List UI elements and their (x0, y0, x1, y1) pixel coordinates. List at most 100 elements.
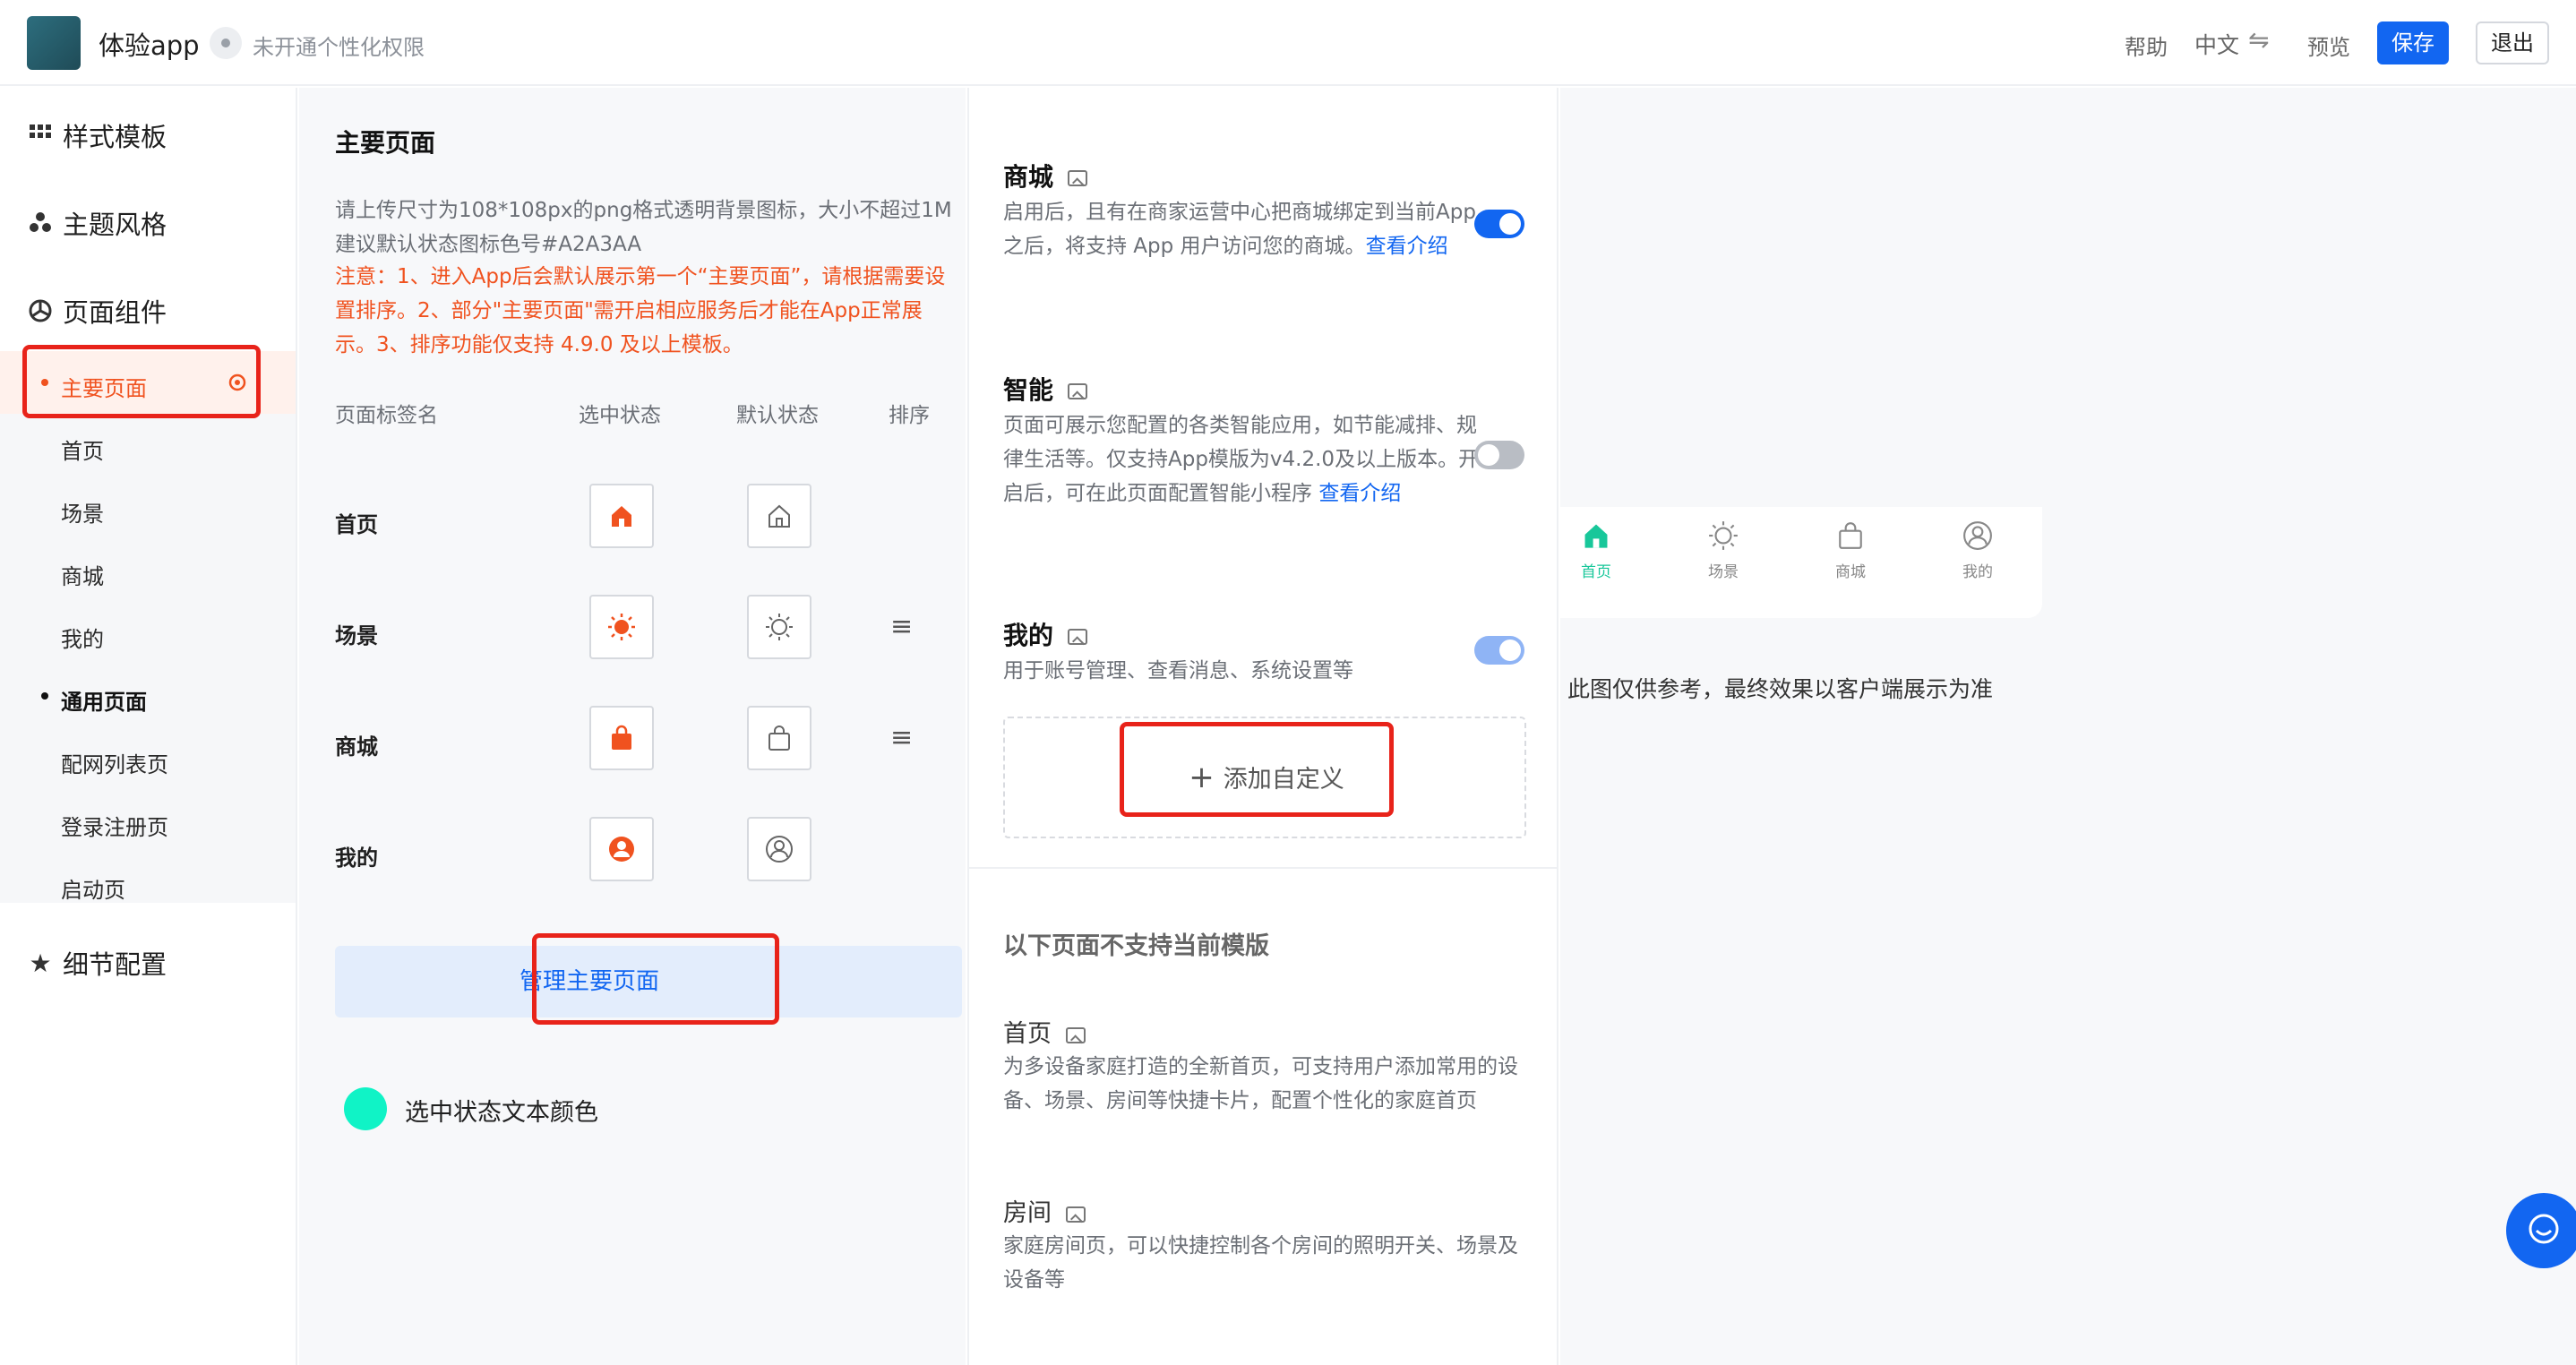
bag-icon (769, 725, 790, 751)
preview-tab-home: 首页 (1560, 516, 1632, 581)
preview-tab-mall: 商城 (1815, 516, 1886, 581)
unsupported-home-title: 首页 (1003, 1014, 1086, 1049)
mall-toggle[interactable] (1474, 210, 1524, 238)
language-switch[interactable]: 中文 (2194, 28, 2239, 60)
main-pages-panel: 主要页面 请上传尺寸为108*108px的png格式透明背景图标，大小不超过1M… (299, 88, 966, 1365)
image-icon[interactable] (1068, 383, 1088, 399)
sidebar: 样式模板 主题风格 页面组件 主要页面 首页 场景 商城 我的 通用页面 配网列… (0, 88, 297, 1365)
user-icon (766, 836, 793, 863)
tab-label: 场景 (1708, 563, 1739, 581)
sidebar-group-theme[interactable]: 主题风格 (27, 204, 167, 242)
column-header-label: 页面标签名 (335, 404, 438, 427)
sidebar-item-login[interactable]: 登录注册页 (61, 810, 168, 841)
unsupported-heading: 以下页面不支持当前模版 (1003, 932, 1269, 960)
exit-button[interactable]: 退出 (2476, 21, 2549, 64)
unsupported-room-desc: 家庭房间页，可以快捷控制各个房间的照明开关、场景及设备等 (1003, 1234, 1518, 1292)
selected-color-swatch[interactable] (344, 1087, 387, 1130)
app-name: 体验app (99, 30, 200, 61)
upload-description: 请上传尺寸为108*108px的png格式透明背景图标，大小不超过1M 建议默认… (335, 199, 952, 256)
preview-note: 此图仅供参考，最终效果以客户端展示为准 (1567, 676, 1994, 702)
home-icon (769, 504, 790, 528)
component-icon (27, 297, 54, 324)
sun-icon (766, 614, 793, 640)
palette-icon (27, 210, 54, 236)
preview-tab-mine: 我的 (1942, 516, 2014, 581)
row-label-mall: 商城 (335, 734, 378, 760)
component-smart-title: 智能 (1003, 371, 1088, 407)
highlight-box (1120, 722, 1394, 817)
sidebar-item-mall[interactable]: 商城 (61, 559, 104, 590)
column-header-selected: 选中状态 (579, 404, 661, 427)
highlight-box (532, 933, 779, 1025)
sun-icon (608, 614, 635, 640)
tab-label: 首页 (1581, 563, 1611, 581)
sidebar-group-page-components[interactable]: 页面组件 (27, 292, 167, 330)
top-bar: 体验app 未开通个性化权限 帮助 中文 ⇋ 预览 保存 退出 (0, 0, 2576, 86)
unsupported-home-desc: 为多设备家庭打造的全新首页，可支持用户添加常用的设备、场景、房间等快捷卡片，配置… (1003, 1055, 1518, 1112)
preview-tab-bar: 首页 场景 商城 我的 (1560, 507, 2042, 618)
save-button[interactable]: 保存 (2377, 21, 2449, 64)
mall-default-icon-upload[interactable] (747, 706, 811, 770)
column-header-default: 默认状态 (736, 404, 819, 427)
sidebar-group-style-template[interactable]: 样式模板 (27, 116, 167, 154)
image-icon[interactable] (1066, 1206, 1086, 1223)
image-icon[interactable] (1066, 1026, 1086, 1043)
sidebar-item-network-list[interactable]: 配网列表页 (61, 747, 168, 778)
user-icon (1963, 521, 1992, 550)
component-mall-title: 商城 (1003, 158, 1088, 193)
sidebar-group-label: 样式模板 (63, 122, 167, 152)
component-title-text: 房间 (1003, 1199, 1052, 1227)
app-logo (27, 16, 81, 70)
help-link[interactable]: 帮助 (2125, 30, 2168, 61)
drag-handle-icon[interactable]: ≡ (890, 611, 913, 642)
swap-icon[interactable]: ⇋ (2248, 25, 2269, 55)
component-smart-desc: 页面可展示您配置的各类智能应用，如节能减排、规律生活等。仅支持App模版为v4.… (1003, 408, 1487, 511)
component-title-text: 首页 (1003, 1020, 1052, 1048)
row-label-mine: 我的 (335, 846, 378, 871)
tab-label: 商城 (1835, 563, 1866, 581)
scene-default-icon-upload[interactable] (747, 595, 811, 659)
preview-tab-scene: 场景 (1687, 516, 1759, 581)
row-label-home: 首页 (335, 512, 378, 537)
section-bullet (41, 692, 48, 700)
sidebar-group-label: 页面组件 (63, 297, 167, 328)
sidebar-group-details[interactable]: ★ 细节配置 (27, 944, 167, 982)
preview-link[interactable]: 预览 (2307, 30, 2350, 61)
row-label-scene: 场景 (335, 623, 378, 648)
column-header-sort: 排序 (889, 404, 930, 427)
view-intro-link[interactable]: 查看介绍 (1318, 482, 1401, 505)
component-title-text: 商城 (1003, 162, 1054, 192)
user-icon (609, 837, 634, 862)
sidebar-item-home[interactable]: 首页 (61, 434, 104, 465)
image-icon[interactable] (1068, 170, 1088, 186)
divider (969, 867, 1557, 869)
mine-selected-icon-upload[interactable] (589, 817, 654, 881)
sun-icon (1709, 521, 1738, 550)
image-icon[interactable] (1068, 629, 1088, 645)
smart-toggle[interactable] (1474, 441, 1524, 469)
component-title-text: 我的 (1003, 621, 1054, 650)
sidebar-item-mine[interactable]: 我的 (61, 622, 104, 653)
unsupported-room-title: 房间 (1003, 1193, 1086, 1228)
sidebar-item-common-pages[interactable]: 通用页面 (61, 684, 147, 716)
component-mine-desc: 用于账号管理、查看消息、系统设置等 (1003, 659, 1353, 682)
home-icon (612, 506, 631, 527)
bag-icon (612, 725, 631, 750)
sidebar-item-scene[interactable]: 场景 (61, 496, 104, 528)
home-selected-icon-upload[interactable] (589, 484, 654, 548)
sidebar-group-label: 细节配置 (63, 949, 167, 980)
support-chat-button[interactable] (2506, 1193, 2576, 1268)
scene-selected-icon-upload[interactable] (589, 595, 654, 659)
grid-icon (27, 122, 54, 149)
component-mine-title: 我的 (1003, 616, 1088, 652)
view-intro-link[interactable]: 查看介绍 (1366, 235, 1448, 258)
chat-icon (2529, 1214, 2559, 1244)
bag-icon (1839, 522, 1862, 549)
components-panel: 商城 启用后，且有在商家运营中心把商城绑定到当前App 之后，将支持 App 用… (967, 88, 1558, 1365)
sidebar-item-launch[interactable]: 启动页 (61, 872, 125, 904)
mine-default-icon-upload[interactable] (747, 817, 811, 881)
mall-selected-icon-upload[interactable] (589, 706, 654, 770)
drag-handle-icon[interactable]: ≡ (890, 722, 913, 753)
desc-text: 页面可展示您配置的各类智能应用，如节能减排、规律生活等。仅支持App模版为v4.… (1003, 414, 1480, 505)
home-default-icon-upload[interactable] (747, 484, 811, 548)
